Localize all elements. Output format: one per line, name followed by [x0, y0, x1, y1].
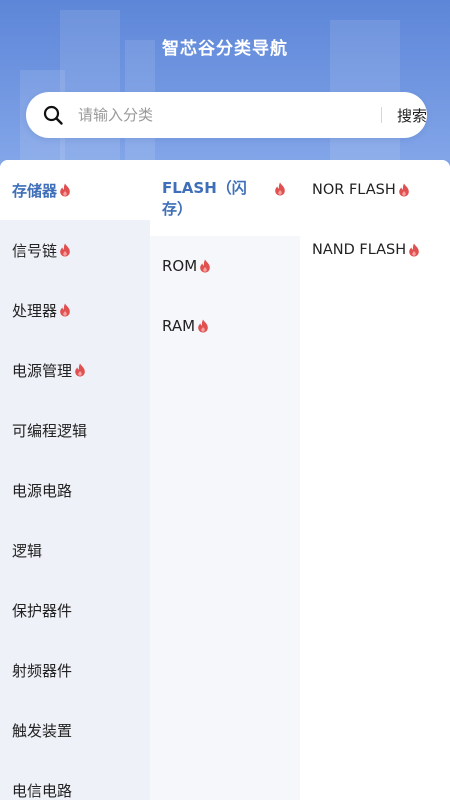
category-item[interactable]: 信号链 — [0, 220, 150, 280]
fire-icon — [59, 243, 71, 257]
search-button[interactable]: 搜索 — [388, 92, 436, 138]
category-item[interactable]: 射频器件 — [0, 640, 150, 700]
subcategory-item[interactable]: RAM — [150, 296, 300, 356]
item-label: 可编程逻辑 — [12, 421, 88, 440]
item-label: 触发装置 — [12, 721, 73, 740]
leaf-list[interactable]: NOR FLASH NAND FLASH — [300, 160, 450, 800]
search-input[interactable] — [78, 92, 368, 138]
category-panel: 存储器信号链处理器电源管理可编程逻辑电源电路逻辑保护器件射频器件触发装置电信电路… — [0, 160, 450, 800]
category-item[interactable]: 触发装置 — [0, 700, 150, 760]
search-icon — [42, 104, 64, 126]
item-label: FLASH（闪存） — [162, 179, 247, 218]
category-item[interactable]: 存储器 — [0, 160, 150, 220]
category-item[interactable]: 可编程逻辑 — [0, 400, 150, 460]
subcategory-item[interactable]: FLASH（闪存） — [150, 160, 300, 236]
item-label: 逻辑 — [12, 541, 43, 560]
fire-icon — [199, 259, 211, 273]
item-label: 电信电路 — [12, 781, 73, 800]
item-label: ROM — [162, 257, 198, 275]
category-item[interactable]: 电源电路 — [0, 460, 150, 520]
search-divider — [381, 107, 382, 123]
category-item[interactable]: 电源管理 — [0, 340, 150, 400]
search-bar: 搜索 — [26, 92, 427, 138]
item-label: 保护器件 — [12, 601, 73, 620]
fire-icon — [398, 183, 410, 197]
subcategory-list[interactable]: FLASH（闪存） ROM RAM — [150, 160, 300, 800]
category-list[interactable]: 存储器信号链处理器电源管理可编程逻辑电源电路逻辑保护器件射频器件触发装置电信电路 — [0, 160, 150, 800]
page-title: 智芯谷分类导航 — [162, 39, 288, 59]
header-banner: 智芯谷分类导航 — [0, 0, 450, 175]
category-item[interactable]: 电信电路 — [0, 760, 150, 800]
item-label: 电源管理 — [12, 361, 73, 380]
fire-icon — [59, 183, 71, 197]
category-item[interactable]: 处理器 — [0, 280, 150, 340]
item-label: 射频器件 — [12, 661, 73, 680]
item-label: NOR FLASH — [312, 182, 396, 198]
item-label: 信号链 — [12, 241, 58, 260]
fire-icon — [59, 303, 71, 317]
category-item[interactable]: 保护器件 — [0, 580, 150, 640]
item-label: 电源电路 — [12, 481, 73, 500]
fire-icon — [197, 319, 209, 333]
fire-icon — [74, 363, 86, 377]
fire-icon — [274, 182, 286, 196]
item-label: NAND FLASH — [312, 242, 407, 258]
item-label: 存储器 — [12, 181, 58, 200]
leaf-item[interactable]: NAND FLASH — [300, 220, 450, 280]
category-item[interactable]: 逻辑 — [0, 520, 150, 580]
subcategory-item[interactable]: ROM — [150, 236, 300, 296]
fire-icon — [408, 243, 420, 257]
leaf-item[interactable]: NOR FLASH — [300, 160, 450, 220]
item-label: 处理器 — [12, 301, 58, 320]
item-label: RAM — [162, 317, 196, 335]
